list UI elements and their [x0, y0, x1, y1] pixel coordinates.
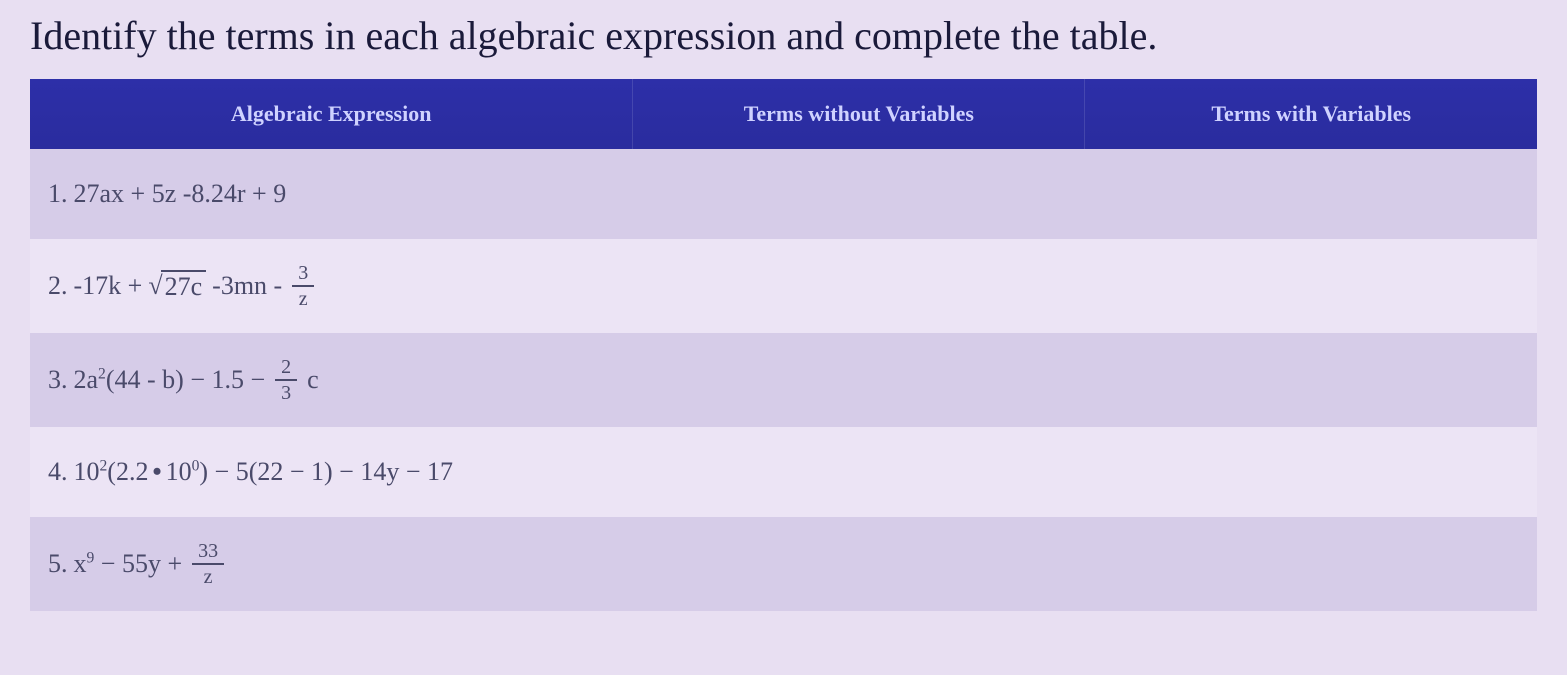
table-row: 4. 102(2.2•100) − 5(22 − 1) − 14y − 17	[30, 427, 1537, 517]
expr-text: 27ax + 5z -8.24r + 9	[74, 179, 287, 209]
cell-without-variables[interactable]	[633, 427, 1085, 517]
row-number: 4.	[48, 457, 68, 487]
sqrt-icon: 27c	[148, 270, 206, 302]
expr-text: x9 − 55y +	[74, 549, 183, 579]
header-expression: Algebraic Expression	[30, 79, 633, 149]
table-row: 5. x9 − 55y + 33 z	[30, 517, 1537, 611]
cell-without-variables[interactable]	[633, 149, 1085, 239]
header-without-variables: Terms without Variables	[633, 79, 1085, 149]
row-number: 2.	[48, 271, 68, 301]
fraction: 3 z	[292, 263, 314, 309]
page-title: Identify the terms in each algebraic exp…	[30, 12, 1537, 59]
fraction: 33 z	[192, 541, 224, 587]
cell-expression: 5. x9 − 55y + 33 z	[30, 517, 633, 611]
header-with-variables: Terms with Variables	[1085, 79, 1537, 149]
expr-text: -3mn -	[212, 271, 282, 301]
dot-icon: •	[148, 457, 165, 486]
cell-expression: 4. 102(2.2•100) − 5(22 − 1) − 14y − 17	[30, 427, 633, 517]
cell-expression: 3. 2a2(44 - b) − 1.5 − 2 3 c	[30, 333, 633, 427]
cell-with-variables[interactable]	[1085, 239, 1537, 333]
table-row: 2. -17k + 27c -3mn - 3 z	[30, 239, 1537, 333]
table-header-row: Algebraic Expression Terms without Varia…	[30, 79, 1537, 149]
cell-without-variables[interactable]	[633, 239, 1085, 333]
fraction: 2 3	[275, 357, 297, 403]
table-row: 1. 27ax + 5z -8.24r + 9	[30, 149, 1537, 239]
row-number: 3.	[48, 365, 68, 395]
cell-with-variables[interactable]	[1085, 517, 1537, 611]
expr-text: -17k +	[74, 271, 143, 301]
cell-with-variables[interactable]	[1085, 427, 1537, 517]
cell-expression: 2. -17k + 27c -3mn - 3 z	[30, 239, 633, 333]
cell-without-variables[interactable]	[633, 517, 1085, 611]
expr-text: 2a2(44 - b) − 1.5 −	[74, 365, 266, 395]
expr-text: c	[307, 365, 319, 395]
expr-text: 102(2.2•100) − 5(22 − 1) − 14y − 17	[74, 457, 454, 487]
cell-without-variables[interactable]	[633, 333, 1085, 427]
cell-with-variables[interactable]	[1085, 333, 1537, 427]
cell-expression: 1. 27ax + 5z -8.24r + 9	[30, 149, 633, 239]
row-number: 5.	[48, 549, 68, 579]
cell-with-variables[interactable]	[1085, 149, 1537, 239]
table-row: 3. 2a2(44 - b) − 1.5 − 2 3 c	[30, 333, 1537, 427]
expression-table: Algebraic Expression Terms without Varia…	[30, 79, 1537, 611]
row-number: 1.	[48, 179, 68, 209]
